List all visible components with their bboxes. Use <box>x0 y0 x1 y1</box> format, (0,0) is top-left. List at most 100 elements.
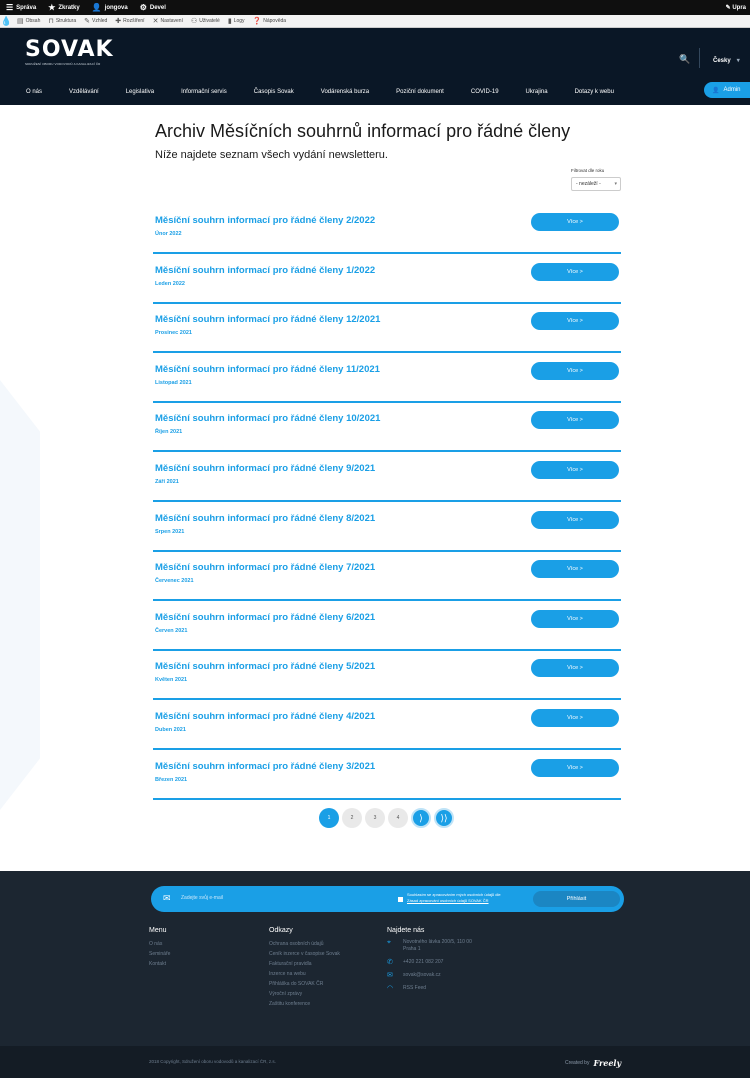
nav-item[interactable]: Dotazy k webu <box>575 89 614 95</box>
more-button[interactable]: Více > <box>531 659 619 678</box>
admin-tray-label: Uživatelé <box>199 18 220 24</box>
admin-bar-item[interactable]: ☰ Správa <box>6 3 36 12</box>
footer-menu-link[interactable]: Semináře <box>149 949 170 959</box>
footer-menu: Menu O nás Semináře Kontakt <box>149 927 170 969</box>
more-button[interactable]: Více > <box>531 262 619 281</box>
newsletter-item: Měsíční souhrn informací pro řádné členy… <box>153 303 621 354</box>
footer-link[interactable]: Přihláška do SOVAK ČR <box>269 979 340 989</box>
admin-button[interactable]: 👤 Admin <box>704 82 750 98</box>
footer-link[interactable]: Inzerce na webu <box>269 969 340 979</box>
page-2-button[interactable]: 2 <box>342 808 362 828</box>
footer-menu-link[interactable]: Kontakt <box>149 959 170 969</box>
privacy-policy-link[interactable]: Zásad zpracování osobních údajů SOVAK ČR <box>407 898 501 904</box>
last-page-button[interactable]: ⟩⟩ <box>434 808 454 828</box>
chevron-down-icon: ▾ <box>736 58 740 64</box>
consent-checkbox[interactable] <box>398 897 403 902</box>
more-button[interactable]: Více > <box>531 461 619 479</box>
page-subtitle: Níže najdete seznam všech vydání newslet… <box>155 149 388 161</box>
more-button[interactable]: Více > <box>531 213 619 231</box>
admin-bar-item[interactable]: 👤 jongova <box>92 3 128 12</box>
more-button[interactable]: Více > <box>531 609 619 628</box>
newsletter-item: Měsíční souhrn informací pro řádné členy… <box>153 551 621 602</box>
more-button[interactable]: Více > <box>531 312 619 331</box>
admin-tray-label: Logy <box>233 18 245 24</box>
nav-item[interactable]: Vodárenská burza <box>321 89 369 95</box>
created-by[interactable]: Created by Freely <box>565 1058 621 1068</box>
rss-link[interactable]: ◠ RSS Feed <box>387 985 483 992</box>
admin-tray-item[interactable]: ⚇ Uživatelé <box>191 17 220 25</box>
more-button[interactable]: Více > <box>531 361 619 380</box>
address: ⌖ Novotného lávka 200/5, 110 00 Praha 1 <box>387 939 472 952</box>
admin-tray-item[interactable]: ⊓ Struktura <box>48 17 76 25</box>
search-icon[interactable]: 🔍 <box>679 54 690 65</box>
nav-item[interactable]: O nás <box>26 89 42 95</box>
footer-menu-link[interactable]: O nás <box>149 939 170 949</box>
more-button[interactable]: Více > <box>531 411 619 430</box>
more-button[interactable]: Více > <box>531 758 619 777</box>
drupal-icon[interactable]: 💧 <box>0 15 13 28</box>
admin-bar-item[interactable]: ★ Zkratky <box>48 3 80 12</box>
admin-bar-item[interactable]: ⚙ Devel <box>140 3 166 12</box>
newsletter-title-link[interactable]: Měsíční souhrn informací pro řádné členy… <box>155 562 375 573</box>
footer-links: Odkazy Ochrana osobních údajů Ceník inzer… <box>269 927 340 1009</box>
newsletter-title-link[interactable]: Měsíční souhrn informací pro řádné členy… <box>155 215 375 226</box>
email[interactable]: ✉ sovak@sovak.cz <box>387 972 483 979</box>
newsletter-item: Měsíční souhrn informací pro řádné členy… <box>153 353 621 403</box>
nav-item[interactable]: Časopis Sovak <box>254 89 294 95</box>
admin-tray-item[interactable]: ✎ Vzhled <box>84 17 107 25</box>
admin-tray-item[interactable]: ✚ Rozšíření <box>115 17 144 25</box>
newsletter-date: Červen 2021 <box>155 627 188 634</box>
logo-subtitle: SDRUŽENÍ OBORU VODOVODŮ A KANALIZACÍ ČR <box>25 62 101 66</box>
admin-tray-item[interactable]: ✕ Nastavení <box>153 17 183 25</box>
newsletter-date: Prosinec 2021 <box>155 330 192 337</box>
admin-tray-label: Rozšíření <box>123 18 145 24</box>
more-button[interactable]: Více > <box>531 709 619 727</box>
nav-item[interactable]: Vzdělávání <box>69 89 99 95</box>
newsletter-date: Září 2021 <box>155 479 179 485</box>
star-icon: ★ <box>48 3 56 12</box>
page-1-button[interactable]: 1 <box>319 808 339 828</box>
newsletter-email-input[interactable]: Zadejte svůj e-mail <box>181 895 223 901</box>
page-3-button[interactable]: 3 <box>365 808 385 828</box>
newsletter-title-link[interactable]: Měsíční souhrn informací pro řádné členy… <box>155 413 380 424</box>
newsletter-title-link[interactable]: Měsíční souhrn informací pro řádné členy… <box>155 711 375 722</box>
admin-edit-link[interactable]: ✎ Upra <box>726 4 746 11</box>
footer-link[interactable]: Ceník inzerce v časopise Sovak <box>269 949 340 959</box>
copyright-bar: 2018 Copyright, Sdružení oboru vodovodů … <box>0 1046 750 1078</box>
newsletter-title-link[interactable]: Měsíční souhrn informací pro řádné členy… <box>155 314 380 325</box>
admin-tray-item[interactable]: ▤ Obsah <box>17 17 40 25</box>
nav-item[interactable]: Ukrajina <box>526 89 548 95</box>
more-button[interactable]: Více > <box>531 560 619 579</box>
language-selector[interactable]: Česky ▾ <box>713 57 740 64</box>
nav-item[interactable]: Informační servis <box>181 89 227 95</box>
nav-item[interactable]: Legislativa <box>126 89 154 95</box>
newsletter-title-link[interactable]: Měsíční souhrn informací pro řádné členy… <box>155 265 375 276</box>
nav-item[interactable]: Poziční dokument <box>396 89 444 95</box>
next-page-button[interactable]: ⟩ <box>411 808 431 828</box>
newsletter-title-link[interactable]: Měsíční souhrn informací pro řádné členy… <box>155 463 375 474</box>
newsletter-title-link[interactable]: Měsíční souhrn informací pro řádné členy… <box>155 661 375 672</box>
admin-bar-label: Zkratky <box>58 4 80 11</box>
chevron-down-icon: ▾ <box>614 181 617 187</box>
page-4-button[interactable]: 4 <box>388 808 408 828</box>
newsletter-date: Březen 2021 <box>155 776 188 783</box>
admin-tray-item[interactable]: ❓ Nápověda <box>253 17 287 25</box>
newsletter-title-link[interactable]: Měsíční souhrn informací pro řádné členy… <box>155 612 375 623</box>
admin-tray-item[interactable]: ▮ Logy <box>228 17 245 25</box>
site-logo[interactable]: SOVAK SDRUŽENÍ OBORU VODOVODŮ A KANALIZA… <box>25 39 113 70</box>
more-button[interactable]: Více > <box>531 510 619 529</box>
footer-link[interactable]: Fakturační pravidla <box>269 959 340 969</box>
footer-links-title: Odkazy <box>269 927 293 934</box>
nav-item[interactable]: COVID-19 <box>471 89 499 95</box>
subscribe-button[interactable]: Přihlásit <box>533 891 620 907</box>
footer-link[interactable]: Výroční zprávy <box>269 989 340 999</box>
newsletter-date: Leden 2022 <box>155 280 185 287</box>
phone[interactable]: ✆ +420 221 082 207 <box>387 959 483 966</box>
year-filter-select[interactable]: - nezáleží - ▾ <box>571 177 621 191</box>
footer-link[interactable]: Ochrana osobních údajů <box>269 939 340 949</box>
newsletter-title-link[interactable]: Měsíční souhrn informací pro řádné členy… <box>155 761 375 772</box>
site-header: SOVAK SDRUŽENÍ OBORU VODOVODŮ A KANALIZA… <box>0 28 750 105</box>
newsletter-title-link[interactable]: Měsíční souhrn informací pro řádné členy… <box>155 513 375 524</box>
footer-link[interactable]: Zaštitu konference <box>269 999 340 1009</box>
newsletter-title-link[interactable]: Měsíční souhrn informací pro řádné členy… <box>155 364 380 375</box>
